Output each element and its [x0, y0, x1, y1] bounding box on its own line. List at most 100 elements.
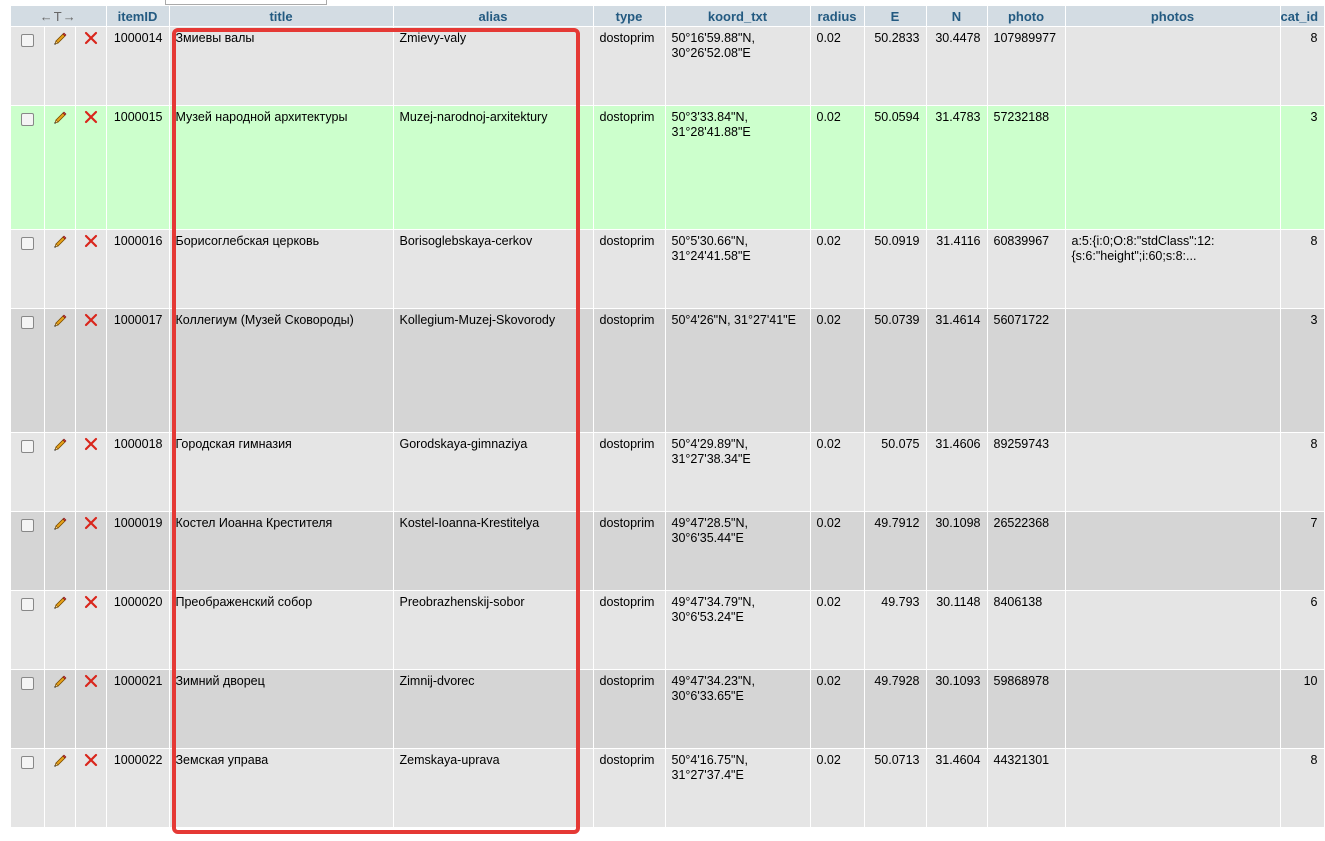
row-edit-cell[interactable]: [44, 511, 76, 591]
row-checkbox[interactable]: [20, 237, 34, 250]
cell-radius: 0.02: [810, 590, 865, 670]
row-delete-cell[interactable]: [75, 105, 107, 230]
row-checkbox-cell[interactable]: [11, 105, 45, 230]
pencil-icon[interactable]: [52, 674, 68, 694]
row-checkbox-cell[interactable]: [11, 669, 45, 749]
cell-type: dostoprim: [593, 669, 666, 749]
header-photo[interactable]: photo: [987, 6, 1066, 27]
cell-photos: [1065, 590, 1281, 670]
pencil-icon[interactable]: [52, 437, 68, 457]
delete-x-icon[interactable]: [84, 313, 98, 331]
cell-photos: [1065, 511, 1281, 591]
row-edit-cell[interactable]: [44, 308, 76, 433]
cell-radius: 0.02: [810, 105, 865, 230]
row-delete-cell[interactable]: [75, 308, 107, 433]
row-edit-cell[interactable]: [44, 105, 76, 230]
row-edit-cell[interactable]: [44, 669, 76, 749]
row-checkbox[interactable]: [20, 519, 34, 532]
delete-x-icon[interactable]: [84, 437, 98, 455]
delete-x-icon[interactable]: [84, 753, 98, 771]
row-delete-cell[interactable]: [75, 748, 107, 828]
cell-photo: 60839967: [987, 229, 1066, 309]
delete-x-icon[interactable]: [84, 674, 98, 692]
column-move-arrows[interactable]: ←T→: [11, 6, 107, 27]
pencil-icon[interactable]: [52, 595, 68, 615]
table-row[interactable]: 1000022 Земская управа Zemskaya-uprava dost…: [11, 748, 1325, 828]
cell-N: 30.1098: [926, 511, 988, 591]
row-checkbox[interactable]: [20, 316, 34, 329]
row-delete-cell[interactable]: [75, 432, 107, 512]
header-radius[interactable]: radius: [810, 6, 865, 27]
row-edit-cell[interactable]: [44, 590, 76, 670]
cell-type: dostoprim: [593, 432, 666, 512]
cell-photos: [1065, 308, 1281, 433]
delete-x-icon[interactable]: [84, 595, 98, 613]
header-alias[interactable]: alias: [393, 6, 594, 27]
row-checkbox-cell[interactable]: [11, 590, 45, 670]
table-row[interactable]: 1000017 Коллегиум (Музей Сковороды) Kolleg…: [11, 308, 1325, 433]
row-delete-cell[interactable]: [75, 669, 107, 749]
row-edit-cell[interactable]: [44, 432, 76, 512]
header-koord-txt[interactable]: koord_txt: [665, 6, 811, 27]
cell-type: dostoprim: [593, 229, 666, 309]
row-edit-cell[interactable]: [44, 748, 76, 828]
header-type[interactable]: type: [593, 6, 666, 27]
cell-alias: Zimnij-dvorec: [393, 669, 594, 749]
row-checkbox[interactable]: [20, 113, 34, 126]
table-row[interactable]: 1000021 Зимний дворец Zimnij-dvorec dostopr…: [11, 669, 1325, 749]
row-edit-cell[interactable]: [44, 229, 76, 309]
header-cat-id[interactable]: cat_id: [1280, 6, 1325, 27]
pencil-icon[interactable]: [52, 313, 68, 333]
pencil-icon[interactable]: [52, 31, 68, 51]
delete-x-icon[interactable]: [84, 110, 98, 128]
row-checkbox-cell[interactable]: [11, 308, 45, 433]
delete-x-icon[interactable]: [84, 31, 98, 49]
row-checkbox[interactable]: [20, 598, 34, 611]
cell-title: Коллегиум (Музей Сковороды): [169, 308, 394, 433]
search-field-fragment[interactable]: [165, 0, 327, 5]
row-delete-cell[interactable]: [75, 229, 107, 309]
row-checkbox[interactable]: [20, 677, 34, 690]
row-delete-cell[interactable]: [75, 590, 107, 670]
cell-koord-txt: 50°5'30.66"N, 31°24'41.58"E: [665, 229, 811, 309]
row-edit-cell[interactable]: [44, 26, 76, 106]
pencil-icon[interactable]: [52, 753, 68, 773]
cell-N: 30.4478: [926, 26, 988, 106]
pencil-icon[interactable]: [52, 516, 68, 536]
cell-alias: Gorodskaya-gimnaziya: [393, 432, 594, 512]
table-row[interactable]: 1000019 Костел Иоанна Крестителя Kostel-Io…: [11, 511, 1325, 591]
pencil-icon[interactable]: [52, 110, 68, 130]
delete-x-icon[interactable]: [84, 516, 98, 534]
row-checkbox-cell[interactable]: [11, 26, 45, 106]
header-photos[interactable]: photos: [1065, 6, 1281, 27]
row-delete-cell[interactable]: [75, 511, 107, 591]
table-row[interactable]: 1000020 Преображенский собор Preobrazhensk…: [11, 590, 1325, 670]
row-checkbox-cell[interactable]: [11, 748, 45, 828]
table-row[interactable]: 1000018 Городская гимназия Gorodskaya-gimn…: [11, 432, 1325, 512]
table-row[interactable]: 1000015 Музей народной архитектуры Muzej-n…: [11, 105, 1325, 230]
table-row[interactable]: 1000016 Борисоглебская церковь Borisoglebs…: [11, 229, 1325, 309]
table-row[interactable]: 1000014 Змиевы валы Zmievy-valy dostoprim 50…: [11, 26, 1325, 106]
row-delete-cell[interactable]: [75, 26, 107, 106]
header-N[interactable]: N: [926, 6, 988, 27]
cell-radius: 0.02: [810, 669, 865, 749]
delete-x-icon[interactable]: [84, 234, 98, 252]
cell-cat-id: 3: [1280, 105, 1325, 230]
row-checkbox-cell[interactable]: [11, 432, 45, 512]
header-E[interactable]: E: [864, 6, 927, 27]
header-row: ←T→ itemID title alias type koord_txt ra…: [11, 6, 1325, 27]
header-title[interactable]: title: [169, 6, 394, 27]
row-checkbox-cell[interactable]: [11, 511, 45, 591]
row-checkbox[interactable]: [20, 34, 34, 47]
cell-E: 50.2833: [864, 26, 927, 106]
cell-koord-txt: 50°4'29.89"N, 31°27'38.34"E: [665, 432, 811, 512]
cell-N: 30.1148: [926, 590, 988, 670]
row-checkbox[interactable]: [20, 440, 34, 453]
header-itemID[interactable]: itemID: [106, 6, 170, 27]
cell-photo: 89259743: [987, 432, 1066, 512]
cell-koord-txt: 50°16'59.88"N, 30°26'52.08"E: [665, 26, 811, 106]
row-checkbox-cell[interactable]: [11, 229, 45, 309]
row-checkbox[interactable]: [20, 756, 34, 769]
pencil-icon[interactable]: [52, 234, 68, 254]
cell-title: Земская управа: [169, 748, 394, 828]
